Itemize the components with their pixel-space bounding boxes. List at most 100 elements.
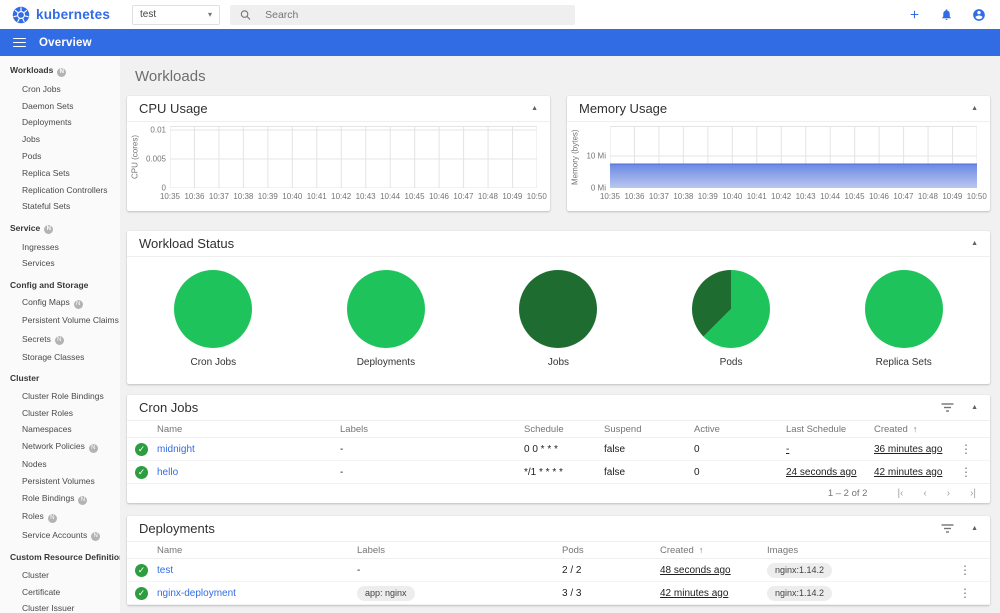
next-page-icon[interactable]: › [947,488,950,499]
sidebar-item-deployments[interactable]: Deployments [0,114,120,131]
create-resource-button[interactable] [908,8,921,21]
column-header-images[interactable]: Images [767,545,952,556]
kebab-menu-icon[interactable]: ⋮ [960,465,972,479]
x-axis-tick: 10:50 [966,192,987,201]
kubernetes-logo[interactable]: kubernetes [12,6,110,24]
card-title: Deployments [139,521,215,536]
sidebar-item-replication-controllers[interactable]: Replication Controllers [0,181,120,198]
sidebar-item-ingresses[interactable]: Ingresses [0,238,120,255]
actions-cell: ⋮ [954,465,978,479]
column-header-labels[interactable]: Labels [340,424,524,435]
column-header-schedule[interactable]: Schedule [524,424,604,435]
sidebar-group-workloads[interactable]: Workloads N [0,61,120,81]
table-cell: nginx:1.14.2 [767,562,952,578]
sidebar-item-label: Jobs [22,134,40,145]
x-axis-tick: 10:39 [257,192,278,201]
sidebar-item-cron-jobs[interactable]: Cron Jobs [0,81,120,98]
column-header-pods[interactable]: Pods [562,545,660,556]
sidebar-item-label: Secrets [22,333,51,344]
workload-status-item: Pods [645,270,818,368]
sidebar-item-daemon-sets[interactable]: Daemon Sets [0,97,120,114]
dropdown-arrow-icon: ▾ [208,10,213,19]
account-button[interactable] [972,8,986,22]
sidebar-item-role-bindings[interactable]: Role Bindings N [0,490,120,508]
search-bar[interactable] [230,4,576,25]
sidebar-item-replica-sets[interactable]: Replica Sets [0,164,120,181]
sidebar-item-label: Namespaces [22,424,72,435]
sidebar-group-service[interactable]: Service N [0,219,120,239]
filter-icon[interactable] [941,403,954,412]
collapse-icon[interactable]: ▲ [971,525,978,532]
collapse-icon[interactable]: ▲ [971,404,978,411]
search-input[interactable] [265,8,566,21]
sidebar-item-cluster-issuer[interactable]: Cluster Issuer [0,600,120,613]
actions-cell: ⋮ [954,442,978,456]
column-header-active[interactable]: Active [694,424,786,435]
collapse-icon[interactable]: ▲ [971,105,978,112]
collapse-icon[interactable]: ▲ [531,105,538,112]
resource-link[interactable]: nginx-deployment [157,588,357,599]
filter-icon[interactable] [941,524,954,533]
notifications-button[interactable] [940,8,953,21]
sidebar-item-nodes[interactable]: Nodes [0,456,120,473]
kebab-menu-icon[interactable]: ⋮ [959,563,971,577]
status-cell: ✓ [127,563,157,577]
status-cell: ✓ [127,586,157,600]
column-header-created[interactable]: Created ↑ [660,545,767,556]
sidebar-item-label: Certificate [22,586,61,597]
sidebar-item-cluster[interactable]: Cluster [0,566,120,583]
hamburger-menu-icon[interactable] [13,35,26,49]
resource-link[interactable]: hello [157,467,340,478]
sidebar-item-cluster-role-bindings[interactable]: Cluster Role Bindings [0,387,120,404]
table-cell: - [340,466,344,478]
sidebar-item-secrets[interactable]: Secrets N [0,330,120,348]
column-header-last-schedule[interactable]: Last Schedule [786,424,874,435]
sort-ascending-icon: ↑ [698,544,704,555]
column-header-suspend[interactable]: Suspend [604,424,694,435]
column-header-name[interactable]: Name [157,424,340,435]
sidebar-item-network-policies[interactable]: Network Policies N [0,438,120,456]
sidebar-item-certificate[interactable]: Certificate [0,583,120,600]
sidebar-item-label: Cluster Issuer [22,603,75,613]
sidebar-item-namespaces[interactable]: Namespaces [0,421,120,438]
deployments-card: Deployments ▲ Name Labels Pods Created ↑ Imag… [127,516,990,605]
resource-link[interactable]: test [157,565,357,576]
top-header: kubernetes test ▾ [0,0,1000,29]
collapse-icon[interactable]: ▲ [971,240,978,247]
table-header-row: Name Labels Pods Created ↑ Images [127,542,990,559]
column-header-name[interactable]: Name [157,545,357,556]
kubernetes-wheel-icon [12,6,30,23]
page-title: Workloads [135,68,206,85]
pie-chart-cron-jobs [174,270,253,348]
sidebar-item-config-maps[interactable]: Config Maps N [0,294,120,312]
resource-link[interactable]: midnight [157,444,340,455]
kebab-menu-icon[interactable]: ⋮ [960,442,972,456]
sidebar-item-pods[interactable]: Pods [0,148,120,165]
sidebar-item-roles[interactable]: Roles N [0,508,120,526]
column-header-labels[interactable]: Labels [357,545,562,556]
sidebar-item-persistent-volume-claims[interactable]: Persistent Volume ClaimsN [0,312,120,330]
plot-area: 0 0.005 0.01 [146,126,537,193]
column-header-created[interactable]: Created ↑ [874,424,954,435]
y-axis-tick: 10 Mi [586,151,606,161]
kebab-menu-icon[interactable]: ⋮ [959,586,971,600]
x-axis-tick: 10:41 [306,192,327,201]
card-title: Workload Status [139,236,235,251]
sidebar-item-service-accounts[interactable]: Service Accounts N [0,526,120,544]
sidebar-item-stateful-sets[interactable]: Stateful Sets [0,198,120,215]
previous-page-icon[interactable]: ‹ [923,488,926,499]
sidebar-item-cluster-roles[interactable]: Cluster Roles [0,404,120,421]
pagination-range-label: 1 – 2 of 2 [827,488,868,499]
last-page-icon[interactable]: ›| [970,488,976,499]
sidebar-item-services[interactable]: Services [0,255,120,272]
sidebar-group-label: Config and Storage [10,279,89,290]
table-cell: nginx:1.14.2 [767,585,952,601]
x-axis-tick: 10:35 [599,192,621,201]
sort-ascending-icon: ↑ [912,423,918,434]
first-page-icon[interactable]: |‹ [897,488,903,499]
sidebar-item-jobs[interactable]: Jobs [0,131,120,148]
namespace-selector[interactable]: test ▾ [132,4,221,25]
namespaced-badge: N [44,225,54,235]
sidebar-item-persistent-volumes[interactable]: Persistent Volumes [0,473,120,490]
sidebar-item-storage-classes[interactable]: Storage Classes [0,349,120,366]
